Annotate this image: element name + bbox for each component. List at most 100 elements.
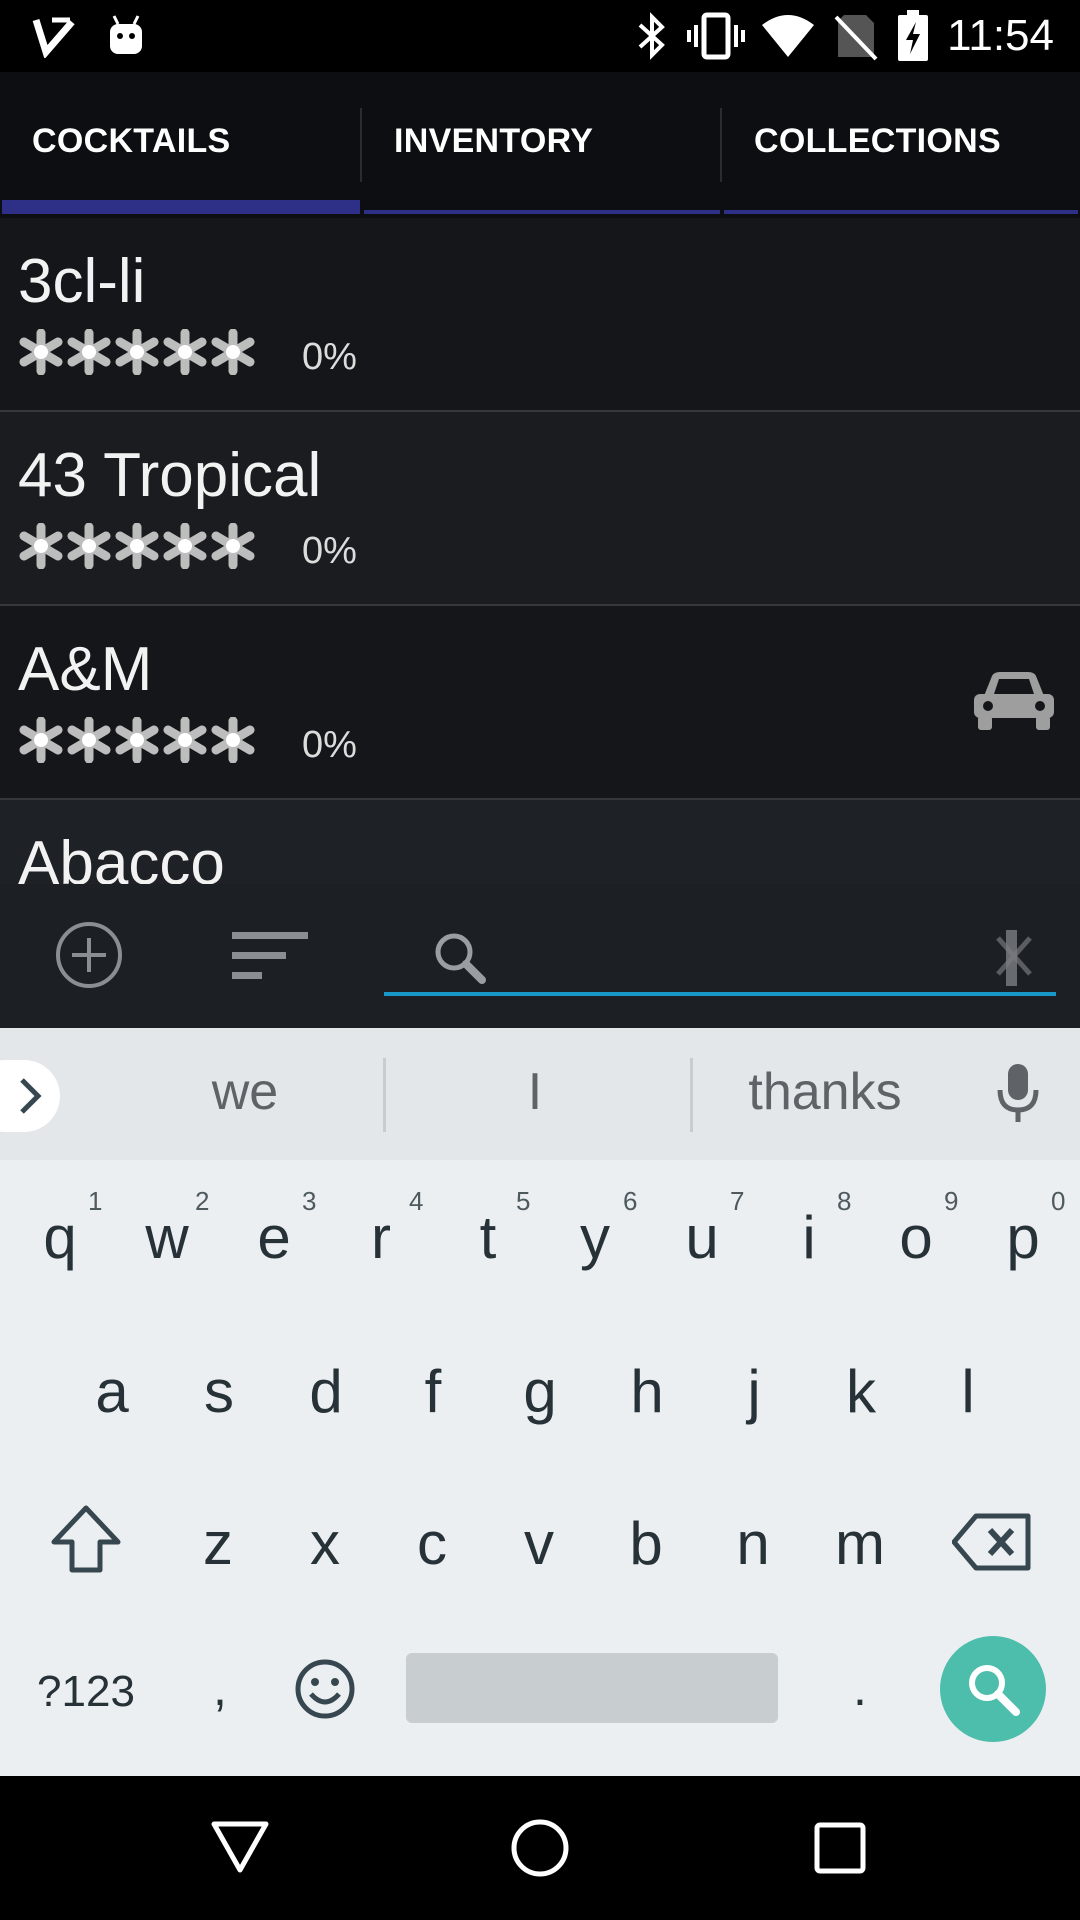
android-icon [104, 10, 148, 62]
key-z[interactable]: z [168, 1484, 268, 1604]
key-hint: 1 [88, 1186, 103, 1216]
close-icon[interactable] [986, 926, 1042, 993]
search-input[interactable] [384, 910, 1056, 996]
star-empty-icon [66, 328, 114, 380]
key-l[interactable]: l [918, 1332, 1018, 1452]
rating-stars [18, 520, 258, 576]
key-d[interactable]: d [276, 1332, 376, 1452]
tab-inventory-label: INVENTORY [394, 122, 594, 160]
status-bar: 11:54 [0, 0, 1080, 72]
key-v[interactable]: v [489, 1484, 589, 1604]
key-hint: 7 [730, 1186, 745, 1216]
sort-icon[interactable] [228, 930, 310, 987]
key-n[interactable]: n [703, 1484, 803, 1604]
star-empty-icon [210, 522, 258, 574]
cocktail-list[interactable]: 3cl-li 0% 43 Tropical 0% A&M 0% Abacco [0, 218, 1080, 884]
key-s[interactable]: s [169, 1332, 269, 1452]
star-empty-icon [210, 716, 258, 768]
key-h[interactable]: h [597, 1332, 697, 1452]
key-hint: 2 [195, 1186, 210, 1216]
suggestion-1[interactable]: we [140, 1062, 350, 1122]
tab-cocktails-indicator [2, 200, 360, 214]
cocktail-row[interactable]: 3cl-li 0% [0, 218, 1080, 412]
cocktail-name: Abacco [18, 829, 225, 884]
suggestion-3[interactable]: thanks [720, 1062, 930, 1122]
key-a[interactable]: a [62, 1332, 162, 1452]
cocktail-name: A&M [18, 635, 153, 704]
backspace-key[interactable] [951, 1512, 1032, 1577]
key-c[interactable]: c [382, 1484, 482, 1604]
soft-keyboard: we I thanks qwertyuiopasdfghjklzxcvbnm ?… [0, 1028, 1080, 1776]
key-hint: 4 [409, 1186, 424, 1216]
key-hint: 0 [1051, 1186, 1066, 1216]
star-empty-icon [162, 522, 210, 574]
star-empty-icon [66, 716, 114, 768]
add-circle-icon[interactable] [54, 920, 124, 995]
status-time: 11:54 [947, 11, 1054, 60]
task-check-icon [32, 10, 76, 62]
suggestion-2[interactable]: I [440, 1062, 630, 1122]
star-empty-icon [162, 328, 210, 380]
key-j[interactable]: j [704, 1332, 804, 1452]
suggestion-divider [383, 1058, 386, 1132]
home-icon[interactable] [510, 1818, 570, 1883]
key-g[interactable]: g [490, 1332, 590, 1452]
key-hint: 3 [302, 1186, 317, 1216]
cocktail-name: 43 Tropical [18, 441, 322, 510]
key-hint: 9 [944, 1186, 959, 1216]
bluetooth-icon [632, 10, 672, 62]
cocktail-row[interactable]: A&M 0% [0, 606, 1080, 800]
car-icon [970, 666, 1058, 741]
key-k[interactable]: k [811, 1332, 911, 1452]
cocktail-percent: 0% [302, 336, 357, 378]
key-b[interactable]: b [596, 1484, 696, 1604]
star-empty-icon [18, 522, 66, 574]
star-empty-icon [66, 522, 114, 574]
space-bar[interactable] [406, 1653, 778, 1723]
suggestion-divider [690, 1058, 693, 1132]
cocktail-row[interactable]: Abacco [0, 800, 1080, 884]
expand-suggestions-button[interactable] [0, 1060, 60, 1132]
bottom-toolbar [0, 884, 1080, 1028]
symbols-key[interactable]: ?123 [26, 1632, 146, 1752]
comma-key[interactable]: , [170, 1628, 270, 1748]
star-empty-icon [18, 716, 66, 768]
rating-stars [18, 714, 258, 770]
tab-cocktails-label: COCKTAILS [32, 122, 231, 160]
tab-collections-label: COLLECTIONS [754, 122, 1001, 160]
cocktail-percent: 0% [302, 724, 357, 766]
cocktail-name: 3cl-li [18, 247, 146, 316]
back-icon[interactable] [210, 1818, 270, 1879]
vibrate-icon [686, 10, 746, 62]
key-m[interactable]: m [810, 1484, 910, 1604]
tab-collections-indicator [724, 210, 1078, 214]
cocktail-row[interactable]: 43 Tropical 0% [0, 412, 1080, 606]
period-key[interactable]: . [810, 1628, 910, 1748]
key-f[interactable]: f [383, 1332, 483, 1452]
rating-stars [18, 326, 258, 382]
star-empty-icon [18, 328, 66, 380]
tab-inventory-indicator [364, 210, 720, 214]
key-hint: 8 [837, 1186, 852, 1216]
tab-bar: COCKTAILS INVENTORY COLLECTIONS [0, 72, 1080, 218]
navigation-bar [0, 1776, 1080, 1920]
cocktail-percent: 0% [302, 530, 357, 572]
wifi-icon [760, 10, 816, 62]
tab-collections[interactable]: COLLECTIONS [722, 72, 1080, 218]
search-icon [432, 930, 488, 991]
search-key[interactable] [940, 1636, 1046, 1742]
microphone-icon[interactable] [994, 1062, 1042, 1131]
key-hint: 6 [623, 1186, 638, 1216]
star-empty-icon [114, 716, 162, 768]
star-empty-icon [210, 328, 258, 380]
shift-key[interactable] [50, 1504, 122, 1579]
battery-charging-icon [896, 10, 930, 62]
recents-icon[interactable] [814, 1822, 866, 1879]
star-empty-icon [114, 328, 162, 380]
emoji-icon[interactable] [294, 1658, 356, 1725]
star-empty-icon [162, 716, 210, 768]
key-x[interactable]: x [275, 1484, 375, 1604]
tab-inventory[interactable]: INVENTORY [362, 72, 722, 218]
key-hint: 5 [516, 1186, 531, 1216]
tab-cocktails[interactable]: COCKTAILS [0, 72, 362, 218]
